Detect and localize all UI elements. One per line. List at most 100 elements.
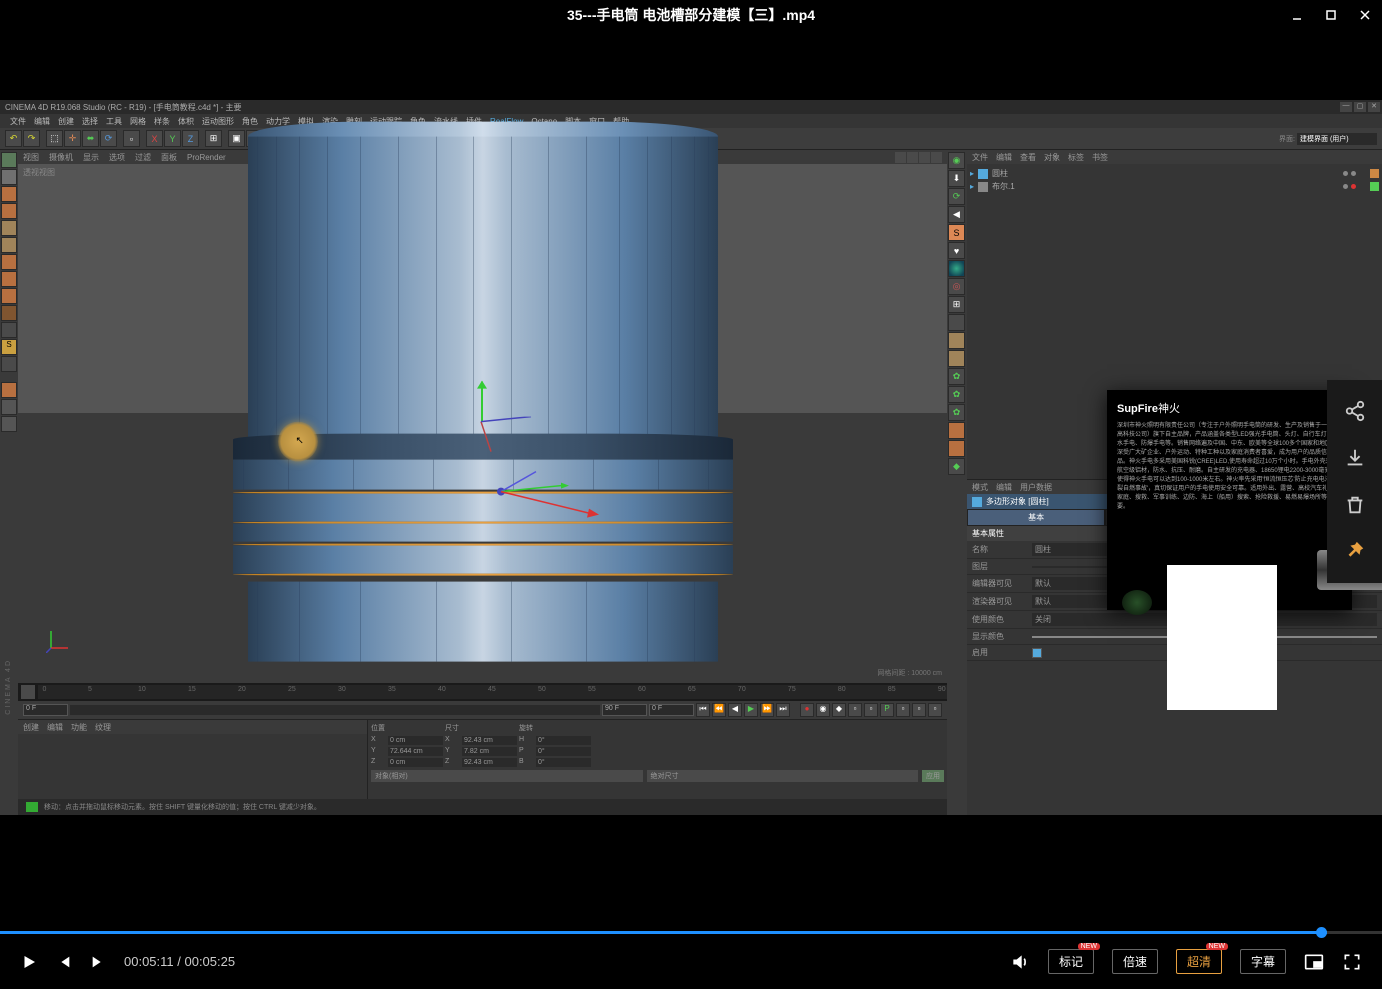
tl-k5[interactable]: ▫ — [912, 703, 926, 717]
share-button[interactable] — [1344, 400, 1366, 422]
viewport[interactable]: 透视视图 网格间距 : 10000 cm — [18, 164, 947, 683]
menu-item[interactable]: 文件 — [10, 116, 26, 127]
rt-a[interactable] — [948, 314, 965, 331]
rt-h[interactable] — [948, 440, 965, 457]
tl-play-back[interactable]: ◀ — [728, 703, 742, 717]
rt-i[interactable]: ◆ — [948, 458, 965, 475]
object-row[interactable]: ▸ 布尔.1 — [970, 180, 1379, 193]
menu-item[interactable]: 编辑 — [34, 116, 50, 127]
edge-mode[interactable] — [1, 254, 17, 270]
recent-tool[interactable]: ▫ — [123, 130, 140, 147]
tl-k1[interactable]: ▫ — [848, 703, 862, 717]
close-button[interactable] — [1358, 8, 1372, 22]
obj-tab[interactable]: 编辑 — [996, 152, 1012, 163]
rt-back[interactable]: ◀ — [948, 206, 965, 223]
timeline-marker[interactable] — [21, 685, 35, 699]
object-row[interactable]: ▸ 圆柱 — [970, 167, 1379, 180]
attr-mode-tab[interactable]: 用户数据 — [1020, 482, 1052, 493]
menu-item[interactable]: 网格 — [130, 116, 146, 127]
coord-mode[interactable]: 对象(相对) — [371, 770, 643, 782]
tl-record[interactable]: ● — [800, 703, 814, 717]
prev-button[interactable] — [56, 954, 72, 970]
rt-grid[interactable]: ⊞ — [948, 296, 965, 313]
quality-button[interactable]: NEW超清 — [1176, 949, 1222, 974]
size-y[interactable]: 7.82 cm — [462, 747, 517, 756]
coord-apply[interactable]: 应用 — [922, 770, 944, 782]
snap-toggle[interactable]: S — [1, 339, 17, 355]
next-button[interactable] — [90, 954, 106, 970]
pip-button[interactable] — [1304, 952, 1324, 972]
tl-keyframe[interactable]: ◆ — [832, 703, 846, 717]
obj-tab[interactable]: 书签 — [1092, 152, 1108, 163]
rot-b[interactable]: 0° — [536, 758, 591, 767]
tl-k4[interactable]: ▫ — [896, 703, 910, 717]
attr-mode-tab[interactable]: 模式 — [972, 482, 988, 493]
pos-x[interactable]: 0 cm — [388, 736, 443, 745]
make-editable[interactable] — [1, 152, 17, 168]
obj-tab[interactable]: 查看 — [1020, 152, 1036, 163]
delete-button[interactable] — [1344, 494, 1366, 516]
texture-mode[interactable] — [1, 186, 17, 202]
tl-k3[interactable]: P — [880, 703, 894, 717]
object-mode[interactable] — [1, 237, 17, 253]
minimize-button[interactable] — [1290, 8, 1304, 22]
select-tool[interactable]: ⬚ — [46, 130, 63, 147]
rotate-tool[interactable]: ⟳ — [100, 130, 117, 147]
redo-button[interactable]: ↷ — [23, 130, 40, 147]
vp-tab[interactable]: 显示 — [83, 152, 99, 163]
download-button[interactable] — [1344, 447, 1366, 469]
tl-goto-start[interactable]: ⏮ — [696, 703, 710, 717]
tl-play[interactable]: ▶ — [744, 703, 758, 717]
c4d-maximize[interactable]: ▢ — [1354, 102, 1366, 112]
attr-tab-basic[interactable]: 基本 — [967, 509, 1105, 526]
rt-s[interactable]: S — [948, 224, 965, 241]
x-axis-lock[interactable]: X — [146, 130, 163, 147]
rt-heart[interactable]: ♥ — [948, 242, 965, 259]
rt-world[interactable]: ◉ — [948, 152, 965, 169]
tl-prev-key[interactable]: ⏪ — [712, 703, 726, 717]
fullscreen-button[interactable] — [1342, 952, 1362, 972]
subtitle-button[interactable]: 字幕 — [1240, 949, 1286, 974]
viewport-solo[interactable] — [1, 382, 17, 398]
vp-zoom-icon[interactable] — [907, 152, 918, 163]
obj-tab[interactable]: 标签 — [1068, 152, 1084, 163]
vp-tab[interactable]: 视图 — [23, 152, 39, 163]
c4d-close[interactable]: ✕ — [1368, 102, 1380, 112]
timeline-ruler[interactable]: 051015202530354045505560657075808590 — [18, 683, 947, 701]
menu-item[interactable]: 体积 — [178, 116, 194, 127]
rt-f[interactable]: ✿ — [948, 404, 965, 421]
polygon-mode[interactable] — [1, 271, 17, 287]
workplane-mode[interactable] — [1, 203, 17, 219]
vp-layout-icon[interactable] — [931, 152, 942, 163]
point-mode[interactable] — [1, 220, 17, 236]
vp-pan-icon[interactable] — [895, 152, 906, 163]
menu-item[interactable]: 选择 — [82, 116, 98, 127]
model-mode[interactable] — [1, 169, 17, 185]
vp-tab[interactable]: 选项 — [109, 152, 125, 163]
rt-g[interactable] — [948, 422, 965, 439]
progress-bar[interactable] — [0, 931, 1382, 934]
menu-item[interactable]: 工具 — [106, 116, 122, 127]
uvpoint-mode[interactable] — [1, 305, 17, 321]
tl-next-key[interactable]: ⏩ — [760, 703, 774, 717]
tl-current[interactable]: 0 F — [649, 704, 694, 716]
speed-button[interactable]: 倍速 — [1112, 949, 1158, 974]
mark-button[interactable]: NEW标记 — [1048, 949, 1094, 974]
tl-k2[interactable]: ▫ — [864, 703, 878, 717]
rot-p[interactable]: 0° — [536, 747, 591, 756]
vp-rotate-icon[interactable] — [919, 152, 930, 163]
rt-target[interactable]: ◎ — [948, 278, 965, 295]
attr-mode-tab[interactable]: 编辑 — [996, 482, 1012, 493]
tl-k6[interactable]: ▫ — [928, 703, 942, 717]
pos-z[interactable]: 0 cm — [388, 758, 443, 767]
obj-tab[interactable]: 对象 — [1044, 152, 1060, 163]
rt-sphere[interactable] — [948, 260, 965, 277]
attr-enable-check[interactable] — [1032, 648, 1042, 658]
tl-autokey[interactable]: ◉ — [816, 703, 830, 717]
pin-button[interactable] — [1344, 541, 1366, 563]
size-z[interactable]: 92.43 cm — [462, 758, 517, 767]
vp-tab[interactable]: 过滤 — [135, 152, 151, 163]
uvpoly-mode[interactable] — [1, 288, 17, 304]
axis-mode[interactable] — [1, 322, 17, 338]
volume-button[interactable] — [1010, 952, 1030, 972]
